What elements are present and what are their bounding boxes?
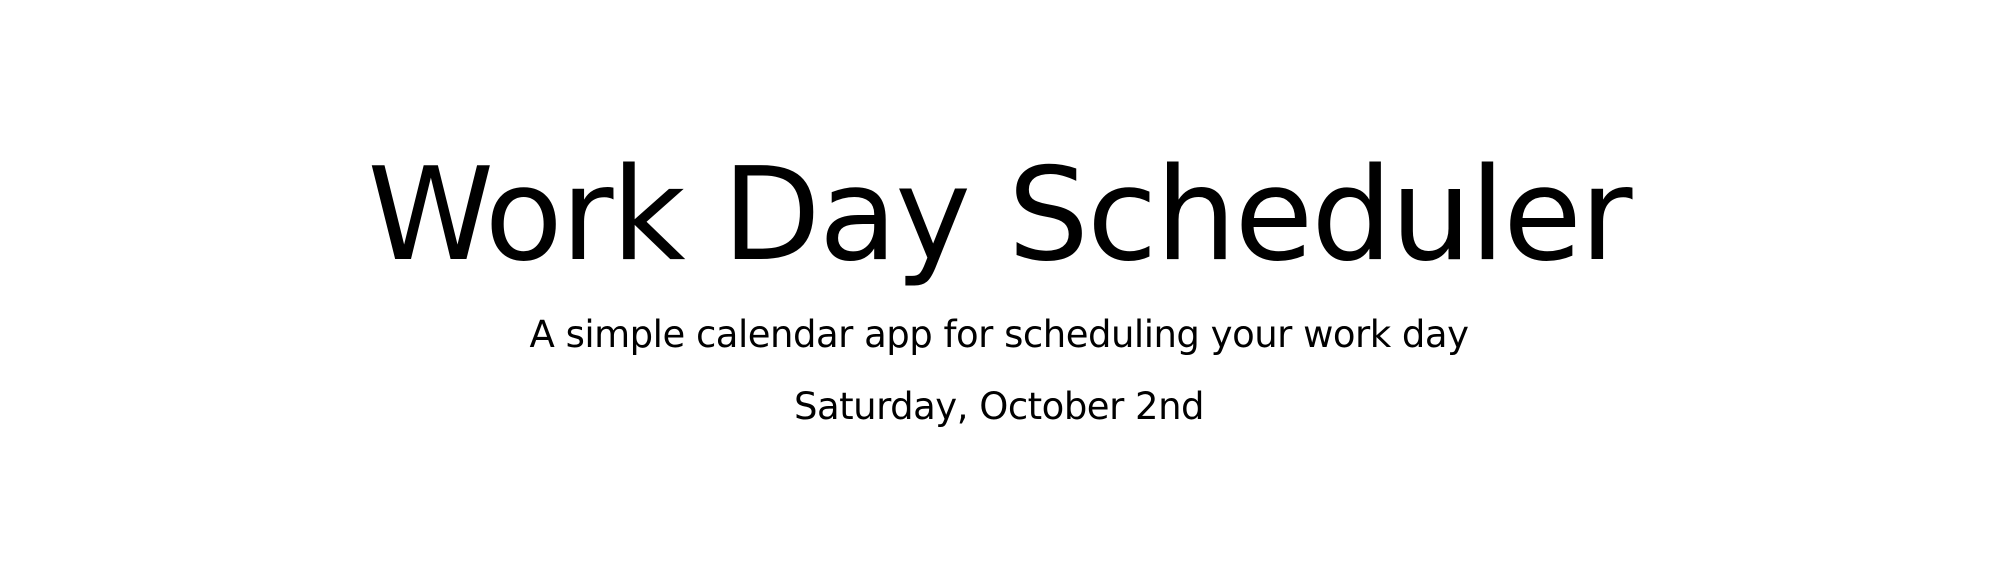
jumbotron-header: Work Day Scheduler A simple calendar app… — [0, 0, 1998, 588]
page-title: Work Day Scheduler — [367, 141, 1632, 290]
page-subtitle: A simple calendar app for scheduling you… — [529, 313, 1470, 356]
current-day-display: Saturday, October 2nd — [793, 385, 1205, 428]
